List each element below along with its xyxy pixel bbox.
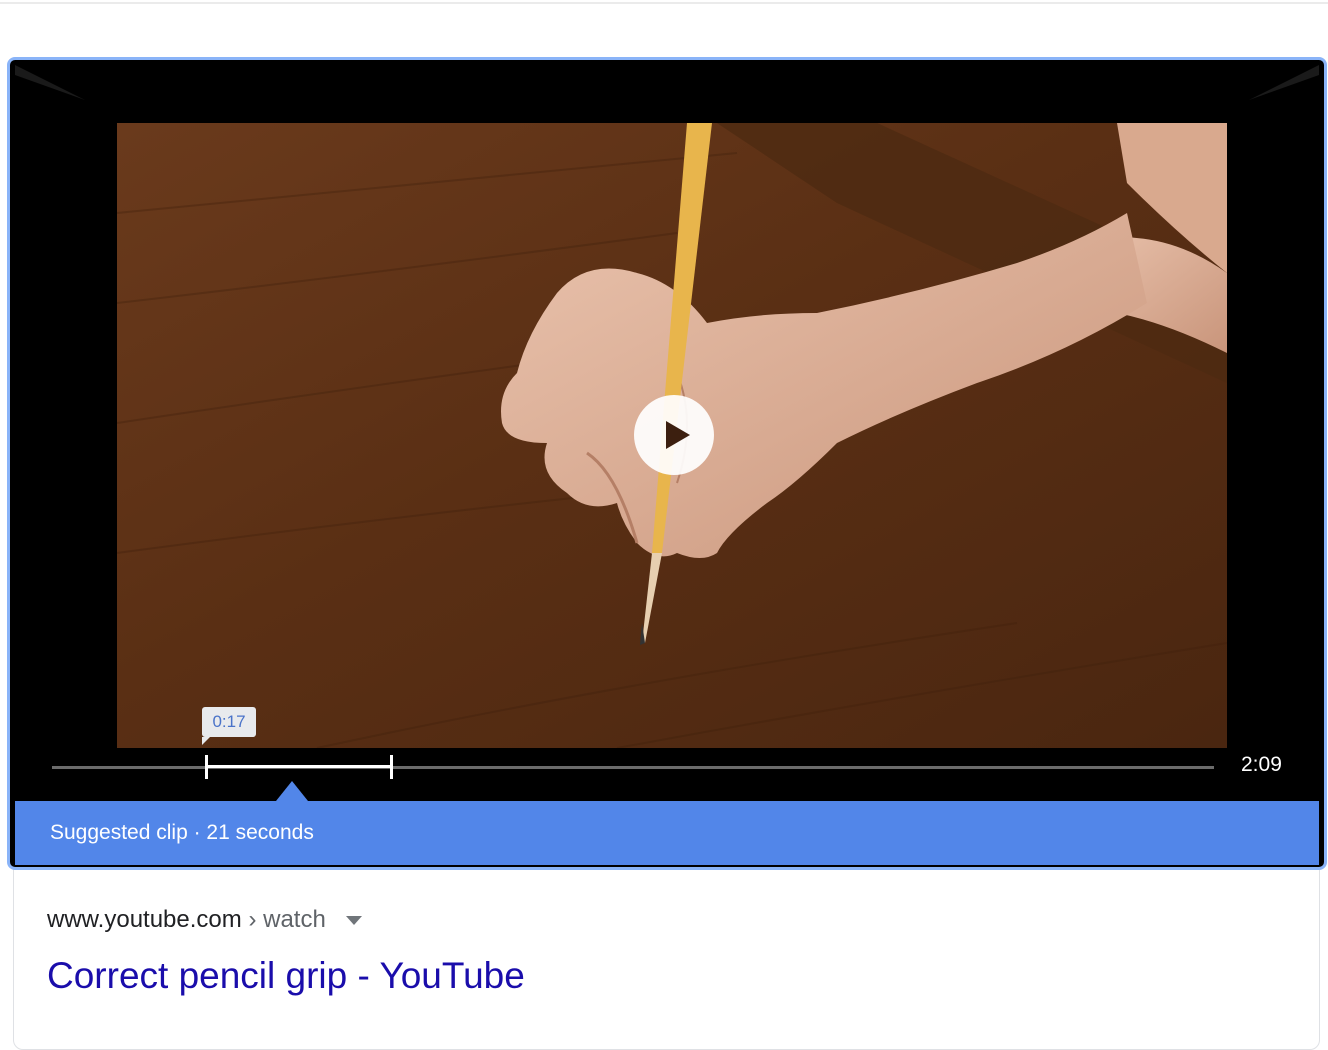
breadcrumb-separator: › <box>248 906 257 933</box>
suggested-clip-range[interactable] <box>207 765 392 768</box>
corner-fold-right <box>1249 65 1319 100</box>
video-timeline[interactable] <box>52 755 1214 779</box>
clip-pointer <box>276 781 308 801</box>
corner-fold-left <box>15 65 85 100</box>
top-divider <box>0 2 1328 4</box>
suggested-clip-label: Suggested clip · 21 seconds <box>50 821 314 844</box>
video-thumbnail[interactable] <box>117 123 1227 748</box>
breadcrumb-path: watch <box>263 906 326 933</box>
video-area: 0:17 2:09 <box>15 65 1319 801</box>
play-icon <box>666 421 690 449</box>
breadcrumb-domain: www.youtube.com <box>47 906 242 933</box>
dropdown-arrow-icon[interactable] <box>346 916 363 926</box>
clip-end-marker[interactable] <box>390 755 393 779</box>
video-duration: 2:09 <box>1241 753 1282 776</box>
video-player[interactable]: 0:17 2:09 Suggested clip · 21 seconds <box>7 57 1327 870</box>
breadcrumb[interactable]: www.youtube.com › watch <box>47 906 363 934</box>
suggested-clip-bar[interactable]: Suggested clip · 21 seconds <box>15 801 1319 865</box>
clip-start-marker[interactable] <box>205 755 208 779</box>
result-title-link[interactable]: Correct pencil grip - YouTube <box>47 955 525 997</box>
play-button[interactable] <box>634 395 714 475</box>
clip-start-tooltip: 0:17 <box>202 707 256 745</box>
